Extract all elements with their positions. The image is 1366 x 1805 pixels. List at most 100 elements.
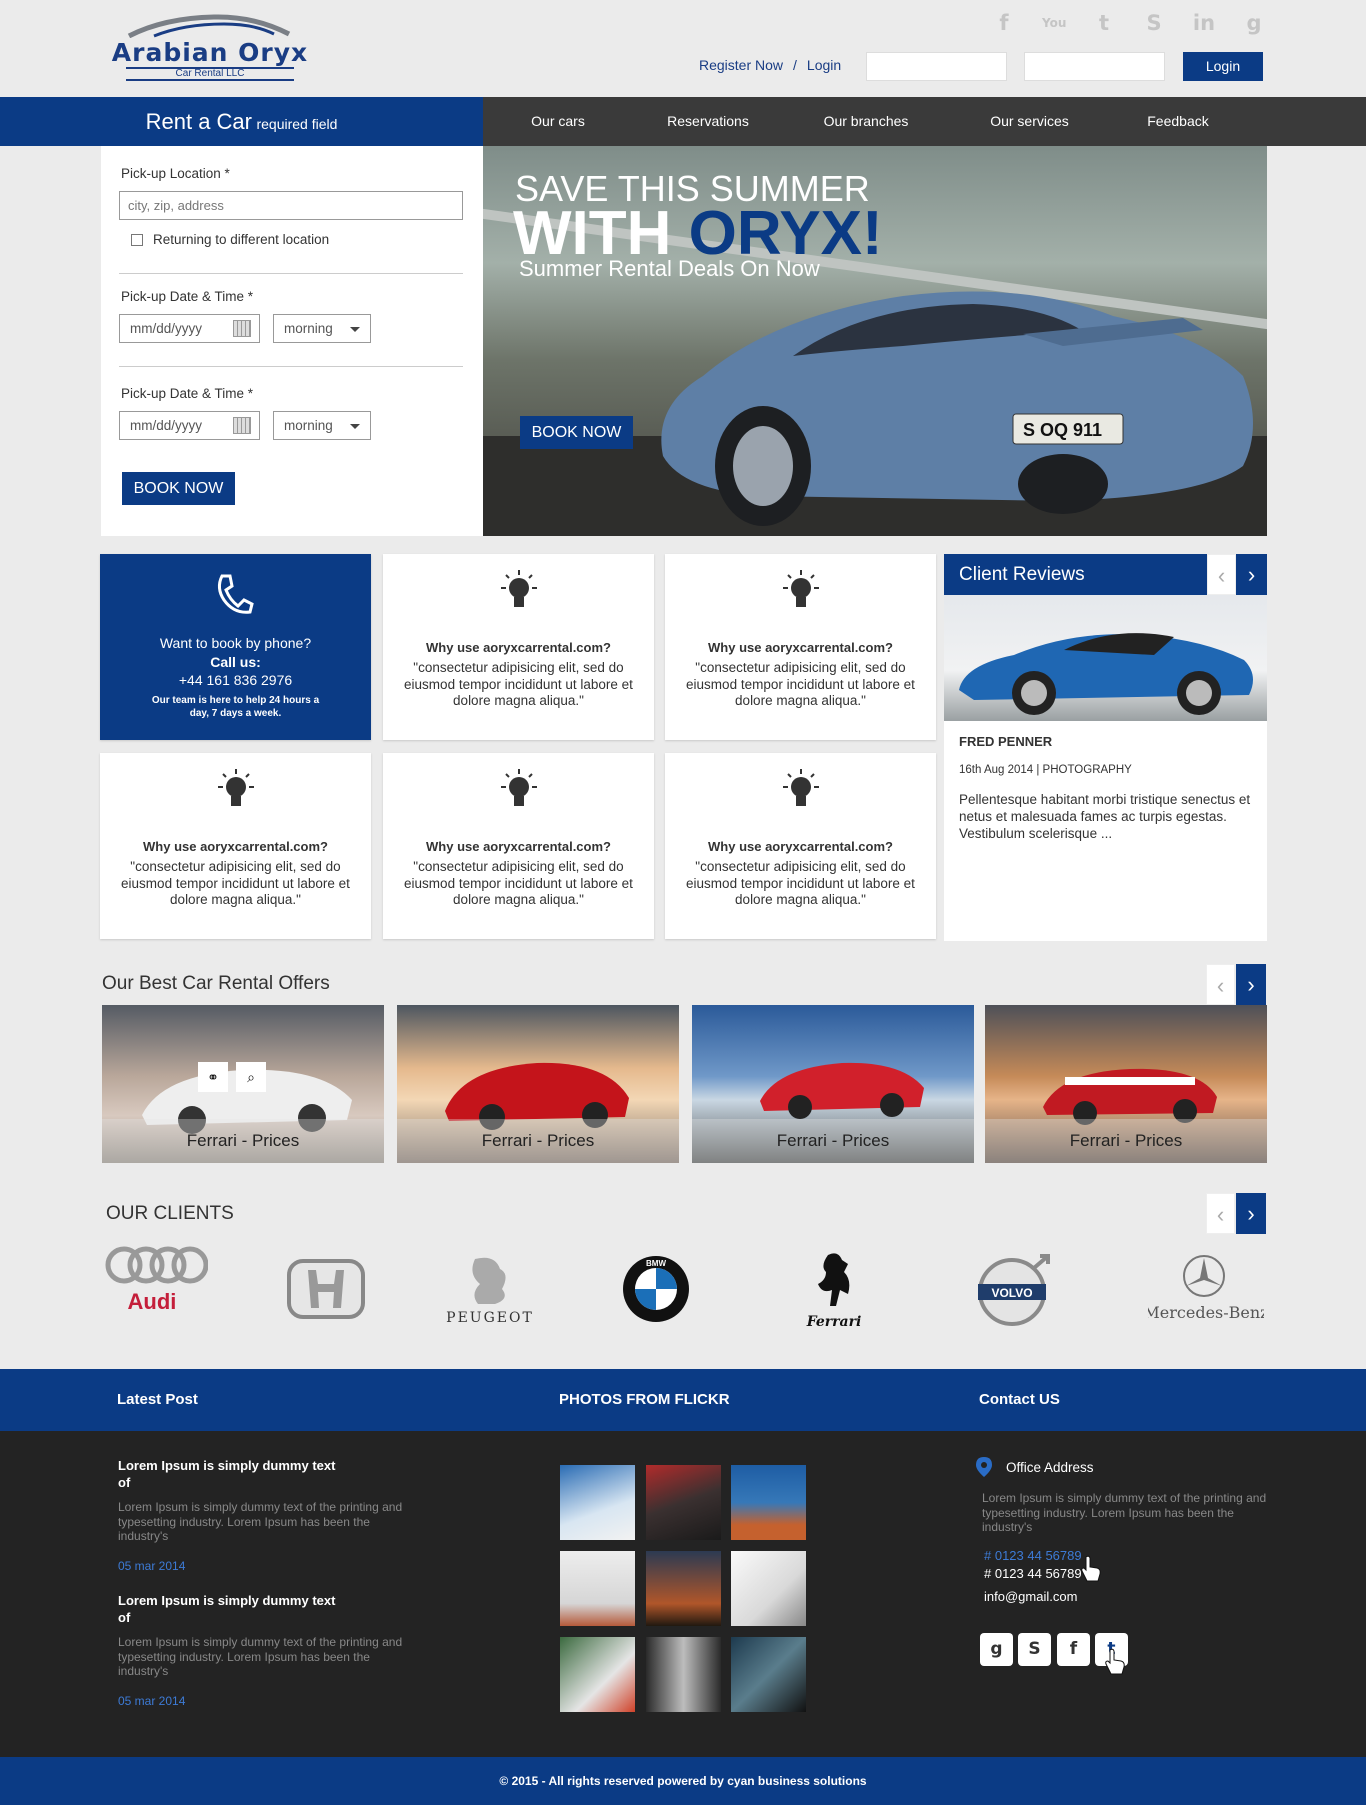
offer-card[interactable]: Ferrari - Prices — [985, 1005, 1267, 1163]
volvo-logo[interactable]: VOLVO — [974, 1254, 1054, 1331]
time-select[interactable]: morning — [273, 411, 371, 440]
hand-cursor-icon — [1081, 1555, 1101, 1582]
feature-title: Why use aoryxcarrental.com? — [426, 640, 611, 655]
flickr-photo[interactable] — [731, 1551, 806, 1626]
flickr-photo[interactable] — [560, 1465, 635, 1540]
divider — [119, 273, 463, 274]
peugeot-lion-icon: PEUGEOT — [446, 1257, 534, 1326]
honda-logo[interactable] — [286, 1258, 366, 1325]
volvo-badge-icon: VOLVO — [978, 1254, 1050, 1326]
time-value: morning — [284, 321, 333, 336]
flickr-title: PHOTOS FROM FLICKR — [559, 1391, 730, 1408]
pickup-location-input[interactable]: city, zip, address — [119, 191, 463, 220]
form-book-now-button[interactable]: BOOK NOW — [122, 472, 235, 505]
flickr-photo[interactable] — [731, 1465, 806, 1540]
calendar-icon[interactable] — [233, 320, 251, 337]
flickr-photo[interactable] — [731, 1637, 806, 1712]
datetime-label: Pick-up Date & Time * — [121, 386, 254, 401]
facebook-icon[interactable]: f — [992, 10, 1016, 36]
skype-icon[interactable]: S — [1018, 1633, 1051, 1666]
return-date-input[interactable]: mm/dd/yyyy — [119, 411, 260, 440]
reviews-next-button[interactable]: › — [1236, 554, 1267, 595]
nav-feedback[interactable]: Feedback — [1110, 97, 1246, 146]
audi-logo[interactable]: Audi — [104, 1243, 209, 1318]
register-link[interactable]: Register Now — [699, 57, 783, 73]
link-icon[interactable]: ⚭ — [198, 1062, 228, 1092]
checkbox-box[interactable] — [131, 233, 143, 246]
clients-prev-button[interactable]: ‹ — [1206, 1193, 1235, 1234]
calendar-icon[interactable] — [233, 417, 251, 434]
phone-booking-card: Want to book by phone? Call us: +44 161 … — [100, 554, 371, 740]
offers-next-button[interactable]: › — [1236, 964, 1266, 1005]
peugeot-logo[interactable]: PEUGEOT — [440, 1254, 540, 1331]
logo[interactable]: Arabian Oryx Car Rental LLC — [104, 12, 316, 82]
copyright: © 2015 - All rights reserved powered by … — [0, 1757, 1366, 1805]
post-title[interactable]: Lorem Ipsum is simply dummy text of — [118, 1592, 348, 1626]
password-input[interactable] — [1024, 52, 1165, 81]
booking-form: Pick-up Location * city, zip, address Re… — [101, 146, 483, 536]
return-checkbox[interactable]: Returning to different location — [131, 232, 329, 247]
flickr-photo[interactable] — [646, 1465, 721, 1540]
review-car-image — [944, 595, 1267, 721]
feature-title: Why use aoryxcarrental.com? — [708, 640, 893, 655]
nav-our-branches[interactable]: Our branches — [783, 97, 949, 146]
pickup-date-input[interactable]: mm/dd/yyyy — [119, 314, 260, 343]
bmw-wordmark: BMW — [646, 1259, 666, 1268]
nav-our-cars[interactable]: Our cars — [483, 97, 633, 146]
camaro-car-image — [1043, 1068, 1217, 1125]
facebook-icon[interactable]: f — [1057, 1633, 1090, 1666]
phone-icon — [217, 574, 254, 614]
hand-cursor-icon — [1105, 1648, 1125, 1675]
phone-card-number[interactable]: +44 161 836 2976 — [100, 672, 371, 688]
office-address-text: Lorem Ipsum is simply dummy text of the … — [982, 1491, 1267, 1534]
mercedes-logo[interactable]: Mercedes-Benz — [1143, 1254, 1269, 1329]
nav-our-services[interactable]: Our services — [949, 97, 1110, 146]
phone-link-1[interactable]: # 0123 44 56789 — [984, 1548, 1082, 1563]
google-plus-icon[interactable]: g — [1242, 10, 1266, 36]
twitter-icon[interactable]: t — [1092, 10, 1116, 36]
phone-card-note: Our team is here to help 24 hours a day,… — [151, 695, 320, 719]
offer-card[interactable]: Ferrari - Prices ⚭ ⌕ — [102, 1005, 384, 1163]
review-date: 16th Aug 2014 | PHOTOGRAPHY — [959, 764, 1132, 776]
feature-title: Why use aoryxcarrental.com? — [708, 839, 893, 854]
account-links: Register Now / Login — [699, 57, 841, 73]
offers-prev-button[interactable]: ‹ — [1206, 964, 1235, 1005]
post-date: 05 mar 2014 — [118, 1559, 186, 1573]
audi-wordmark: Audi — [128, 1289, 177, 1313]
clients-next-button[interactable]: › — [1236, 1193, 1266, 1234]
reviews-prev-button[interactable]: ‹ — [1207, 554, 1236, 595]
license-plate: S OQ 911 — [1023, 420, 1102, 440]
feature-card: Why use aoryxcarrental.com? "consectetur… — [100, 753, 371, 939]
bmw-logo[interactable]: BMW — [622, 1255, 690, 1328]
post-title[interactable]: Lorem Ipsum is simply dummy text of — [118, 1457, 348, 1491]
flickr-photo[interactable] — [646, 1551, 721, 1626]
car-silhouette-icon — [127, 14, 291, 38]
offer-caption: Ferrari - Prices — [397, 1119, 679, 1163]
nav-reservations[interactable]: Reservations — [633, 97, 783, 146]
linkedin-icon[interactable]: in — [1192, 10, 1216, 36]
skype-icon[interactable]: S — [1142, 10, 1166, 36]
main-nav: Our cars Reservations Our branches Our s… — [483, 97, 1366, 146]
peugeot-wordmark: PEUGEOT — [446, 1310, 534, 1326]
login-button[interactable]: Login — [1183, 52, 1263, 81]
login-link[interactable]: Login — [807, 57, 841, 73]
contact-title: Contact US — [979, 1391, 1060, 1408]
google-plus-icon[interactable]: g — [980, 1633, 1013, 1666]
phone-link-2[interactable]: # 0123 44 56789 — [984, 1566, 1082, 1581]
offer-card[interactable]: Ferrari - Prices — [397, 1005, 679, 1163]
post-excerpt: Lorem Ipsum is simply dummy text of the … — [118, 1500, 403, 1543]
offer-card[interactable]: Ferrari - Prices — [692, 1005, 974, 1163]
flickr-photo[interactable] — [560, 1637, 635, 1712]
flickr-photo[interactable] — [646, 1637, 721, 1712]
hero-book-now-button[interactable]: BOOK NOW — [520, 416, 633, 449]
time-select[interactable]: morning — [273, 314, 371, 343]
time-value: morning — [284, 418, 333, 433]
username-input[interactable] — [866, 52, 1007, 81]
flickr-photo[interactable] — [560, 1551, 635, 1626]
lightbulb-icon — [783, 570, 819, 607]
ferrari-wordmark: Ferrari — [806, 1314, 862, 1330]
ferrari-logo[interactable]: Ferrari — [800, 1250, 868, 1335]
email-link[interactable]: info@gmail.com — [984, 1589, 1077, 1604]
search-icon[interactable]: ⌕ — [236, 1062, 266, 1092]
youtube-icon[interactable]: You — [1042, 10, 1066, 36]
